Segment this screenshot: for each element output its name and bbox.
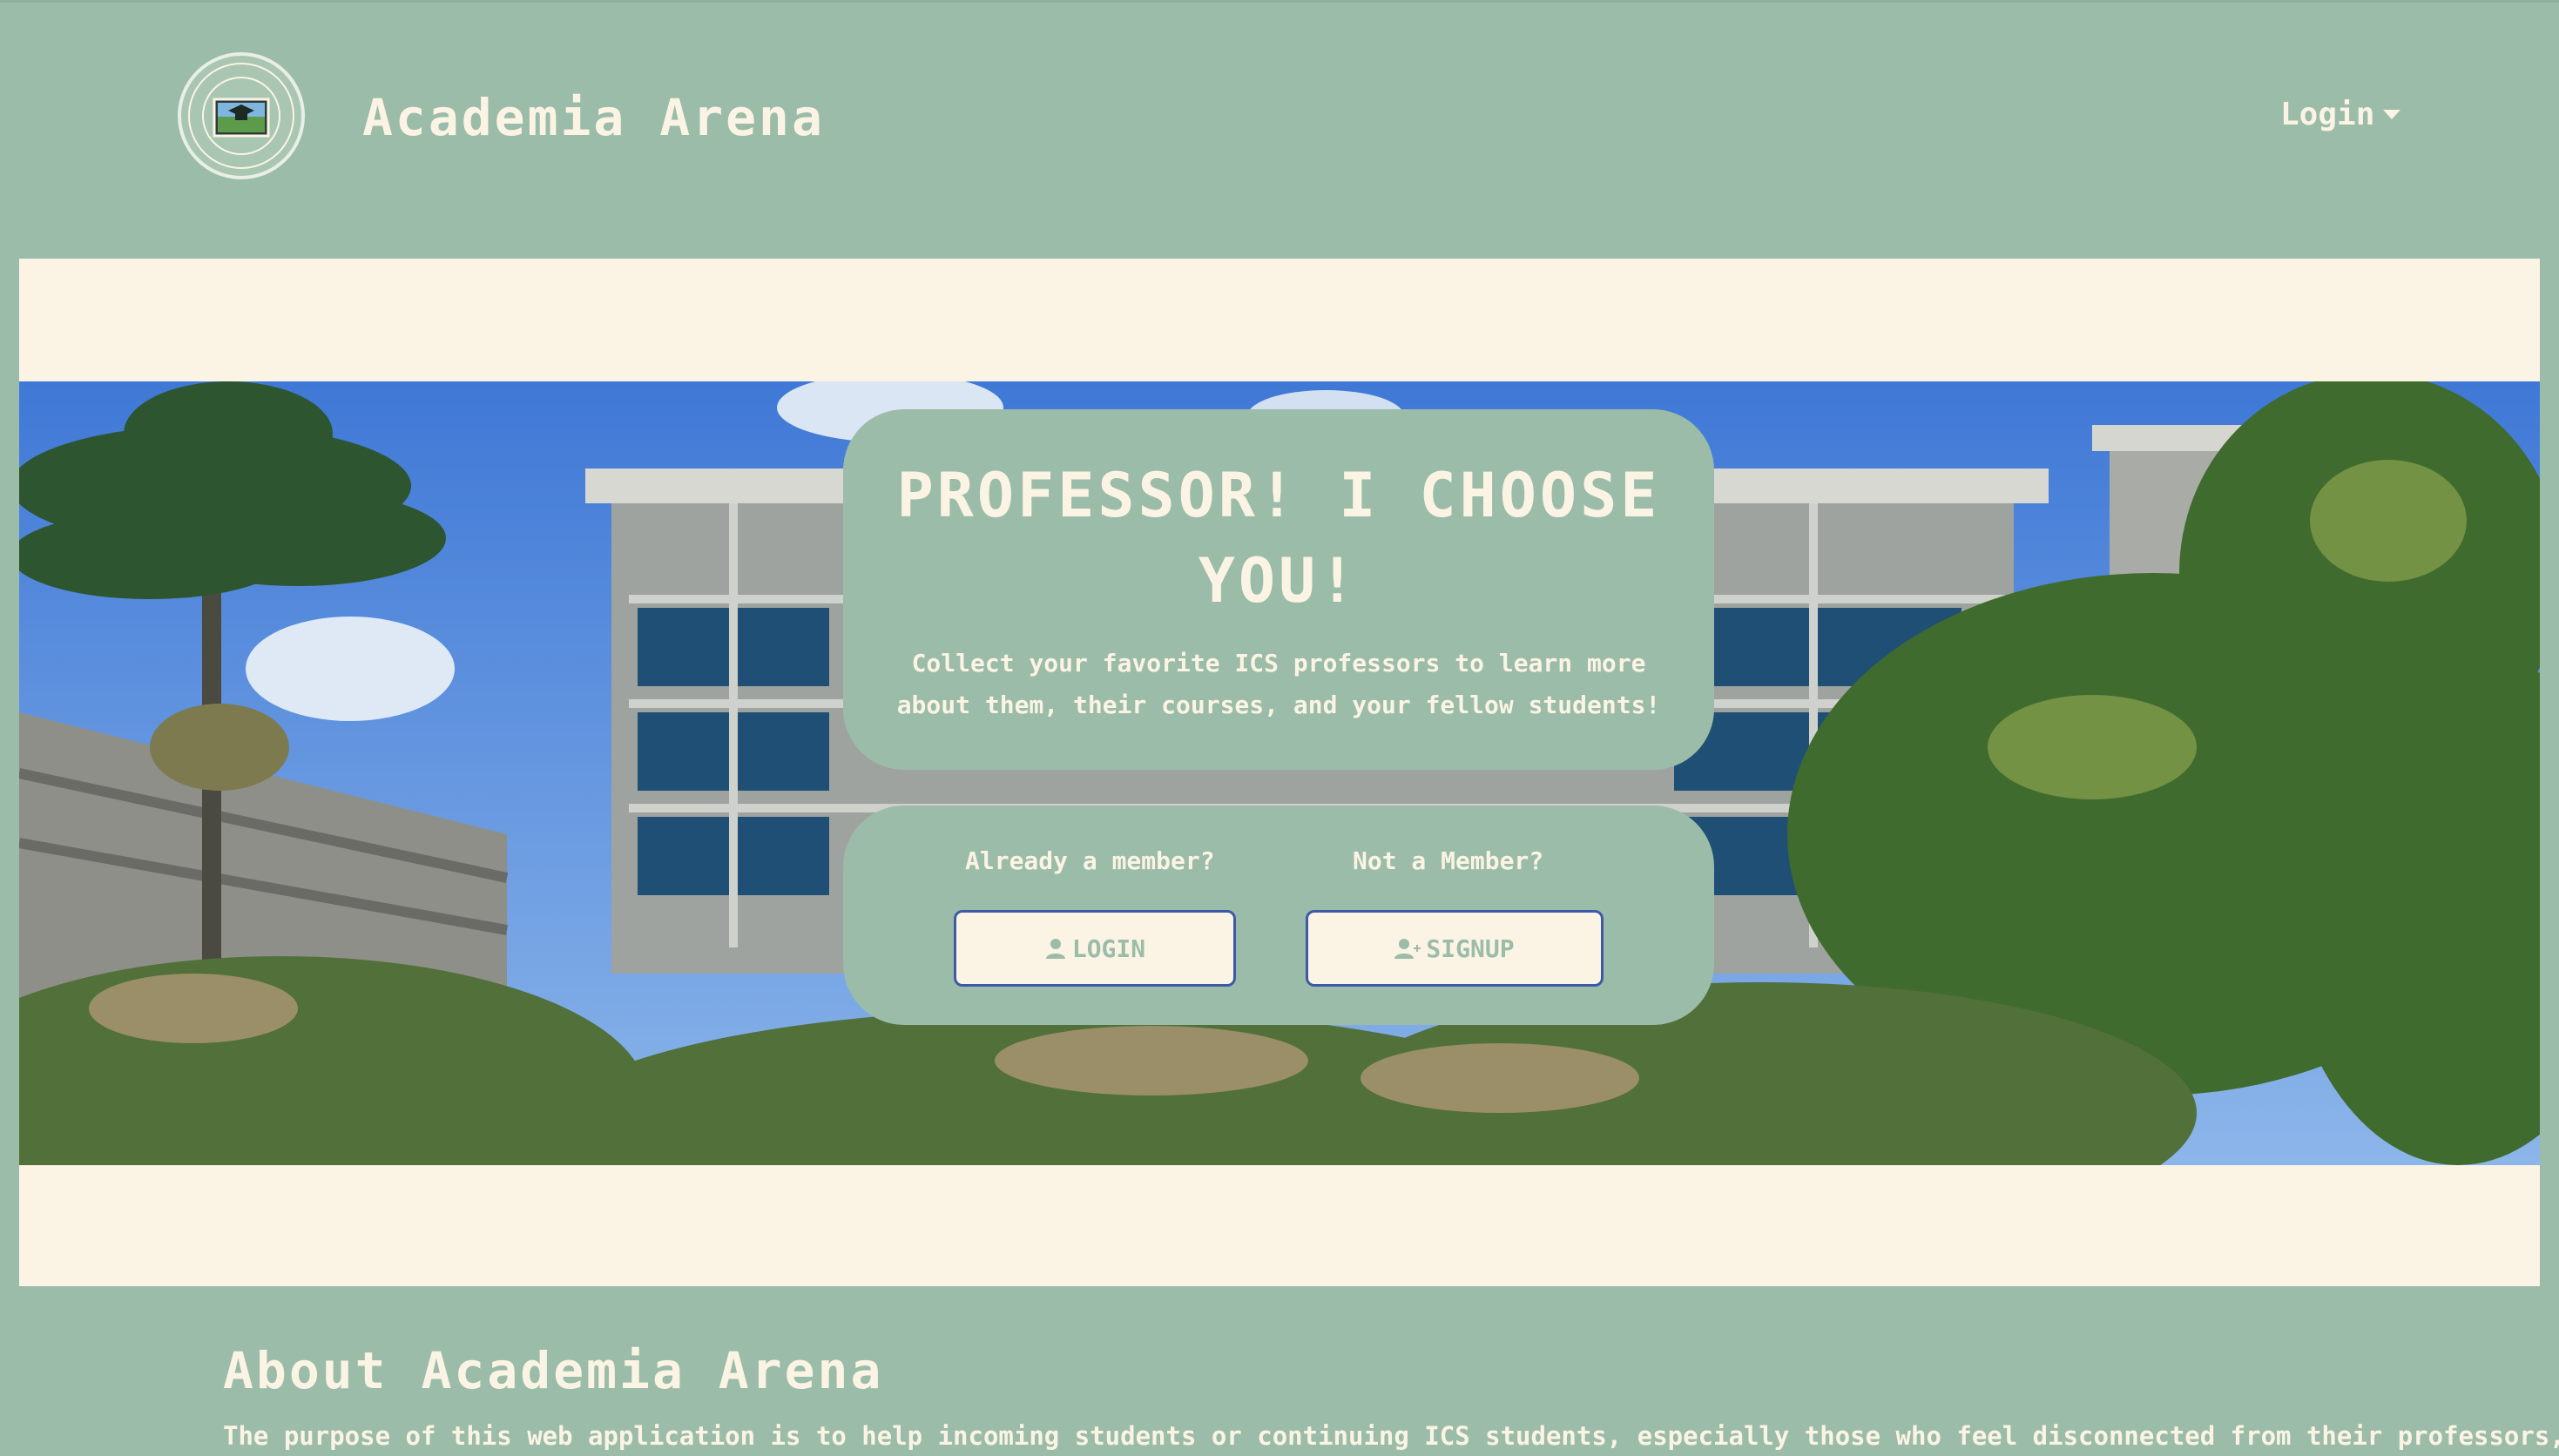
caret-down-icon [2383, 110, 2401, 119]
member-question: Already a member? [965, 846, 1215, 875]
about-text: The purpose of this web application is t… [223, 1421, 2559, 1451]
about-title: About Academia Arena [223, 1341, 884, 1400]
navbar: Academia Arena Login [0, 3, 2559, 229]
hero-subtitle: Collect your favorite ICS professors to … [896, 649, 1661, 719]
signup-button-label: SIGNUP [1426, 934, 1515, 963]
brand-title[interactable]: Academia Arena [362, 88, 825, 147]
logo-badge[interactable] [178, 52, 305, 179]
auth-card: Already a member? Not a Member? LOGIN SI… [843, 806, 1714, 1025]
user-plus-icon [1394, 939, 1421, 959]
nonmember-question: Not a Member? [1353, 846, 1544, 875]
hero-title: PROFESSOR! I CHOOSE YOU! [896, 460, 1661, 617]
signup-button[interactable]: SIGNUP [1306, 910, 1604, 987]
login-dropdown-label: Login [2280, 97, 2375, 132]
login-dropdown[interactable]: Login [2280, 97, 2401, 132]
login-button-label: LOGIN [1071, 934, 1146, 963]
login-button[interactable]: LOGIN [954, 910, 1236, 987]
hero-headline-card: PROFESSOR! I CHOOSE YOU! Collect your fa… [843, 409, 1714, 770]
user-icon [1045, 939, 1065, 959]
